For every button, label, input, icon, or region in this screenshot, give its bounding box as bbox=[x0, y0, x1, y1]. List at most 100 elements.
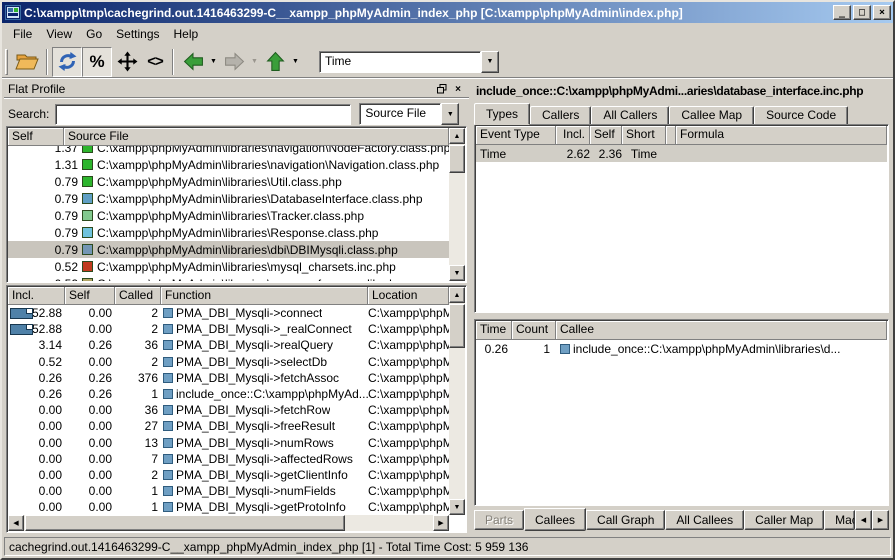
combobox-dropdown-icon[interactable]: ▼ bbox=[481, 51, 499, 73]
function-row[interactable]: 52.880.002PMA_DBI_Mysqli->_realConnectC:… bbox=[8, 321, 449, 337]
function-row[interactable]: 0.000.0027PMA_DBI_Mysqli->freeResultC:\x… bbox=[8, 418, 449, 434]
tab-parts[interactable]: Parts bbox=[474, 510, 524, 530]
scroll-left-icon[interactable]: ◀ bbox=[8, 515, 24, 531]
source-file-row[interactable]: 0.79C:\xampp\phpMyAdmin\libraries\Respon… bbox=[8, 224, 449, 241]
column-header-incl[interactable]: Incl. bbox=[556, 126, 590, 145]
forward-dropdown-caret[interactable]: ▼ bbox=[249, 47, 260, 77]
self-value: 0.52 bbox=[8, 260, 82, 274]
tab-all-callees[interactable]: All Callees bbox=[665, 510, 744, 530]
tab-callees[interactable]: Callees bbox=[524, 508, 586, 531]
tab-all-callers[interactable]: All Callers bbox=[591, 106, 669, 125]
column-header-short[interactable]: Short bbox=[622, 126, 666, 145]
reload-button[interactable] bbox=[52, 47, 82, 77]
function-icon bbox=[163, 405, 173, 415]
scroll-up-icon[interactable]: ▲ bbox=[449, 287, 465, 303]
function-row[interactable]: 0.000.0036PMA_DBI_Mysqli->fetchRowC:\xam… bbox=[8, 402, 449, 418]
source-file-row[interactable]: 0.52C:\xampp\phpMyAdmin\libraries\user_p… bbox=[8, 275, 449, 281]
source-list-vscrollbar[interactable]: ▲ ▼ bbox=[449, 128, 465, 281]
column-header-self[interactable]: Self bbox=[65, 287, 115, 305]
percent-toggle-button[interactable]: % bbox=[82, 47, 112, 77]
function-list-hscrollbar[interactable]: ◀ ▶ bbox=[8, 515, 449, 531]
tab-caller-map[interactable]: Caller Map bbox=[744, 510, 824, 530]
back-dropdown-caret[interactable]: ▼ bbox=[208, 47, 219, 77]
tab-source-code[interactable]: Source Code bbox=[754, 106, 848, 125]
self-cell: 0.00 bbox=[65, 355, 115, 369]
dock-float-button[interactable] bbox=[435, 83, 449, 96]
scroll-down-icon[interactable]: ▼ bbox=[449, 499, 465, 515]
source-file-row[interactable]: 0.79C:\xampp\phpMyAdmin\libraries\Util.c… bbox=[8, 173, 449, 190]
function-row[interactable]: 0.260.26376PMA_DBI_Mysqli->fetchAssocC:\… bbox=[8, 370, 449, 386]
column-header-called[interactable]: Called bbox=[115, 287, 161, 305]
scroll-up-icon[interactable]: ▲ bbox=[449, 128, 465, 144]
tab-callers[interactable]: Callers bbox=[530, 106, 591, 125]
column-header-incl[interactable]: Incl. bbox=[8, 287, 65, 305]
dock-close-button[interactable]: × bbox=[451, 83, 465, 96]
tab-call-graph[interactable]: Call Graph bbox=[586, 510, 665, 530]
function-row[interactable]: 0.000.007PMA_DBI_Mysqli->affectedRowsC:\… bbox=[8, 451, 449, 467]
source-file-row[interactable]: 0.52C:\xampp\phpMyAdmin\libraries\mysql_… bbox=[8, 258, 449, 275]
scroll-thumb[interactable] bbox=[449, 145, 465, 173]
menu-file[interactable]: File bbox=[6, 25, 39, 43]
callees-panel: Time Count Callee 0.26 1 include_once::C… bbox=[474, 319, 889, 506]
tab-callee-map[interactable]: Callee Map bbox=[669, 106, 754, 125]
bottom-tab-bar: Parts Callees Call Graph All Callees Cal… bbox=[474, 508, 889, 532]
function-row[interactable]: 0.000.0013PMA_DBI_Mysqli->numRowsC:\xamp… bbox=[8, 435, 449, 451]
menu-settings[interactable]: Settings bbox=[109, 25, 166, 43]
menu-view[interactable]: View bbox=[39, 25, 79, 43]
grouping-combobox[interactable]: Source File ▼ bbox=[359, 103, 459, 125]
tab-scroll-right-icon[interactable]: ▶ bbox=[872, 510, 889, 530]
source-file-row[interactable]: 0.79C:\xampp\phpMyAdmin\libraries\Databa… bbox=[8, 190, 449, 207]
function-row[interactable]: 0.000.001PMA_DBI_Mysqli->getProtoInfoC:\… bbox=[8, 499, 449, 515]
column-header-self[interactable]: Self bbox=[590, 126, 622, 145]
column-header-event-type[interactable]: Event Type bbox=[476, 126, 556, 145]
column-header-callee[interactable]: Callee bbox=[556, 321, 887, 340]
scroll-right-icon[interactable]: ▶ bbox=[433, 515, 449, 531]
scroll-down-icon[interactable]: ▼ bbox=[449, 265, 465, 281]
function-row[interactable]: 0.520.002PMA_DBI_Mysqli->selectDbC:\xamp… bbox=[8, 354, 449, 370]
column-header-count[interactable]: Count bbox=[512, 321, 556, 340]
search-input[interactable] bbox=[55, 104, 351, 125]
tab-types[interactable]: Types bbox=[474, 103, 530, 125]
tab-scroll-left-icon[interactable]: ◀ bbox=[855, 510, 872, 530]
function-row[interactable]: 0.260.261include_once::C:\xampp\phpMyAd.… bbox=[8, 386, 449, 402]
scroll-thumb[interactable] bbox=[449, 304, 465, 348]
up-dropdown-caret[interactable]: ▼ bbox=[290, 47, 301, 77]
dock-title-bar[interactable]: Flat Profile × bbox=[4, 81, 469, 98]
toolbar-handle[interactable] bbox=[5, 49, 8, 75]
column-header-source-file[interactable]: Source File bbox=[64, 128, 449, 146]
function-row[interactable]: 52.880.002PMA_DBI_Mysqli->connectC:\xamp… bbox=[8, 305, 449, 321]
source-file-row[interactable]: 1.37C:\xampp\phpMyAdmin\libraries\naviga… bbox=[8, 146, 449, 156]
combobox-dropdown-icon[interactable]: ▼ bbox=[441, 103, 459, 125]
close-button[interactable]: × bbox=[873, 5, 891, 20]
back-button[interactable] bbox=[178, 47, 208, 77]
function-list-vscrollbar[interactable]: ▲ ▼ bbox=[449, 287, 465, 515]
menu-help[interactable]: Help bbox=[167, 25, 206, 43]
callee-row[interactable]: 0.26 1 include_once::C:\xampp\phpMyAdmin… bbox=[476, 340, 887, 357]
function-cell: PMA_DBI_Mysqli->realQuery bbox=[161, 338, 368, 352]
column-header-self[interactable]: Self bbox=[8, 128, 64, 146]
function-row[interactable]: 3.140.2636PMA_DBI_Mysqli->realQueryC:\xa… bbox=[8, 337, 449, 353]
maximize-button[interactable]: □ bbox=[853, 5, 871, 20]
up-button[interactable] bbox=[260, 47, 290, 77]
function-cell: PMA_DBI_Mysqli->fetchRow bbox=[161, 403, 368, 417]
event-type-combobox[interactable]: Time ▼ bbox=[319, 51, 499, 73]
title-bar[interactable]: C:\xampp\tmp\cachegrind.out.1416463299-C… bbox=[2, 2, 893, 23]
forward-button[interactable] bbox=[219, 47, 249, 77]
function-row[interactable]: 0.000.001PMA_DBI_Mysqli->numFieldsC:\xam… bbox=[8, 483, 449, 499]
scroll-thumb[interactable] bbox=[25, 515, 345, 531]
source-file-row[interactable]: 1.31C:\xampp\phpMyAdmin\libraries\naviga… bbox=[8, 156, 449, 173]
function-row[interactable]: 0.000.002PMA_DBI_Mysqli->getClientInfoC:… bbox=[8, 467, 449, 483]
source-file-row[interactable]: 0.79C:\xampp\phpMyAdmin\libraries\Tracke… bbox=[8, 207, 449, 224]
event-type-row[interactable]: Time 2.62 2.36 Time bbox=[476, 145, 887, 162]
column-header-time[interactable]: Time bbox=[476, 321, 512, 340]
tab-machine[interactable]: Machine bbox=[824, 510, 855, 530]
column-header-location[interactable]: Location bbox=[368, 287, 449, 305]
column-header-function[interactable]: Function bbox=[161, 287, 368, 305]
dock-toggle-button[interactable] bbox=[112, 47, 142, 77]
menu-go[interactable]: Go bbox=[79, 25, 109, 43]
column-header-formula[interactable]: Formula bbox=[676, 126, 887, 145]
open-file-button[interactable] bbox=[12, 47, 42, 77]
source-file-row[interactable]: 0.79C:\xampp\phpMyAdmin\libraries\dbi\DB… bbox=[8, 241, 449, 258]
relative-cost-button[interactable]: <> bbox=[142, 47, 168, 77]
minimize-button[interactable]: _ bbox=[833, 5, 851, 20]
